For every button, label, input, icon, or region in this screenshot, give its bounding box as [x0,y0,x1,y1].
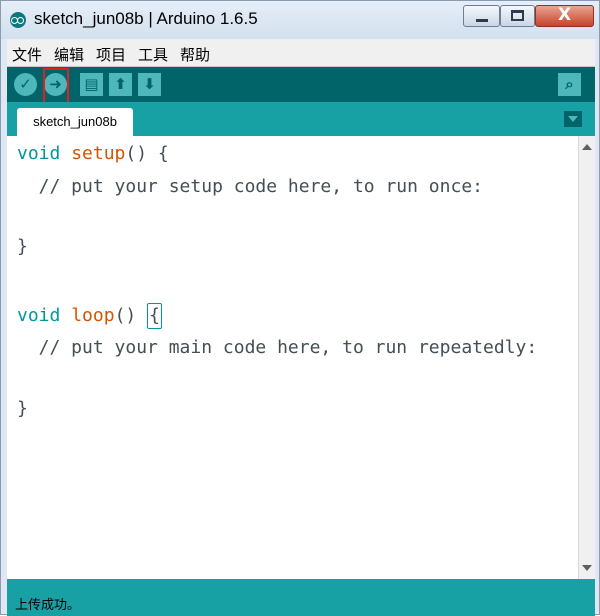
code-editor[interactable]: void setup() { // put your setup code he… [7,136,578,579]
status-bar: 上传成功。 [7,579,595,616]
new-button[interactable]: ▤ [80,73,103,96]
check-icon: ✓ [19,75,32,93]
code-line-5: // put your main code here, to run repea… [17,337,538,358]
maximize-button[interactable] [500,5,535,27]
arduino-logo-icon [10,12,26,28]
menu-help[interactable]: 帮助 [180,44,210,65]
minimize-button[interactable] [463,5,500,27]
code-text: () { [125,143,169,164]
keyword-type: void [17,305,61,326]
matched-brace: { [147,303,162,329]
code-comment: // put your setup code here, to run once… [17,176,483,197]
new-file-icon: ▤ [84,75,99,93]
serial-monitor-button[interactable]: ⌕ [558,73,581,96]
arrow-down-icon: ⬇ [143,75,156,93]
save-button[interactable]: ⬇ [138,73,161,96]
code-line-4: void loop() { [17,303,162,329]
menu-tools[interactable]: 工具 [138,44,168,65]
code-line-6: } [17,398,28,419]
close-icon: X [557,5,572,25]
verify-button[interactable]: ✓ [14,73,37,96]
magnifier-icon: ⌕ [565,75,574,93]
maximize-icon [511,10,524,21]
keyword-type: void [17,143,61,164]
arrow-up-icon: ⬆ [114,75,127,93]
code-line-3: } [17,236,28,257]
code-comment: // put your main code here, to run repea… [17,337,538,358]
code-line-2: // put your setup code here, to run once… [17,176,483,197]
menu-edit[interactable]: 编辑 [54,44,84,65]
code-line-1: void setup() { [17,143,169,164]
scroll-down-arrow-icon[interactable] [582,565,592,571]
code-text: () [114,305,148,326]
window-title: sketch_jun08b | Arduino 1.6.5 [34,9,258,28]
vertical-scrollbar[interactable] [578,136,595,579]
function-name: setup [71,143,126,164]
tab-bar: sketch_jun08b [7,102,595,136]
closing-brace: } [17,236,28,257]
title-bar[interactable]: sketch_jun08b | Arduino 1.6.5 X [1,1,599,39]
tab-menu-button[interactable] [564,111,582,127]
status-message: 上传成功。 [15,598,81,613]
menu-file[interactable]: 文件 [12,44,42,65]
closing-brace: } [17,398,28,419]
close-button[interactable]: X [535,5,594,27]
tab-label: sketch_jun08b [33,114,117,129]
minimize-icon [476,19,488,22]
menu-sketch[interactable]: 项目 [96,44,126,65]
toolbar: ✓ ➜ ▤ ⬆ ⬇ ⌕ [7,67,595,107]
menu-bar: 文件 编辑 项目 工具 帮助 [7,39,595,67]
scroll-up-arrow-icon[interactable] [582,144,592,150]
function-name: loop [71,305,115,326]
arduino-ide-window: sketch_jun08b | Arduino 1.6.5 X 文件 编辑 项目… [0,0,600,616]
tab-sketch[interactable]: sketch_jun08b [17,108,133,136]
open-button[interactable]: ⬆ [109,73,132,96]
